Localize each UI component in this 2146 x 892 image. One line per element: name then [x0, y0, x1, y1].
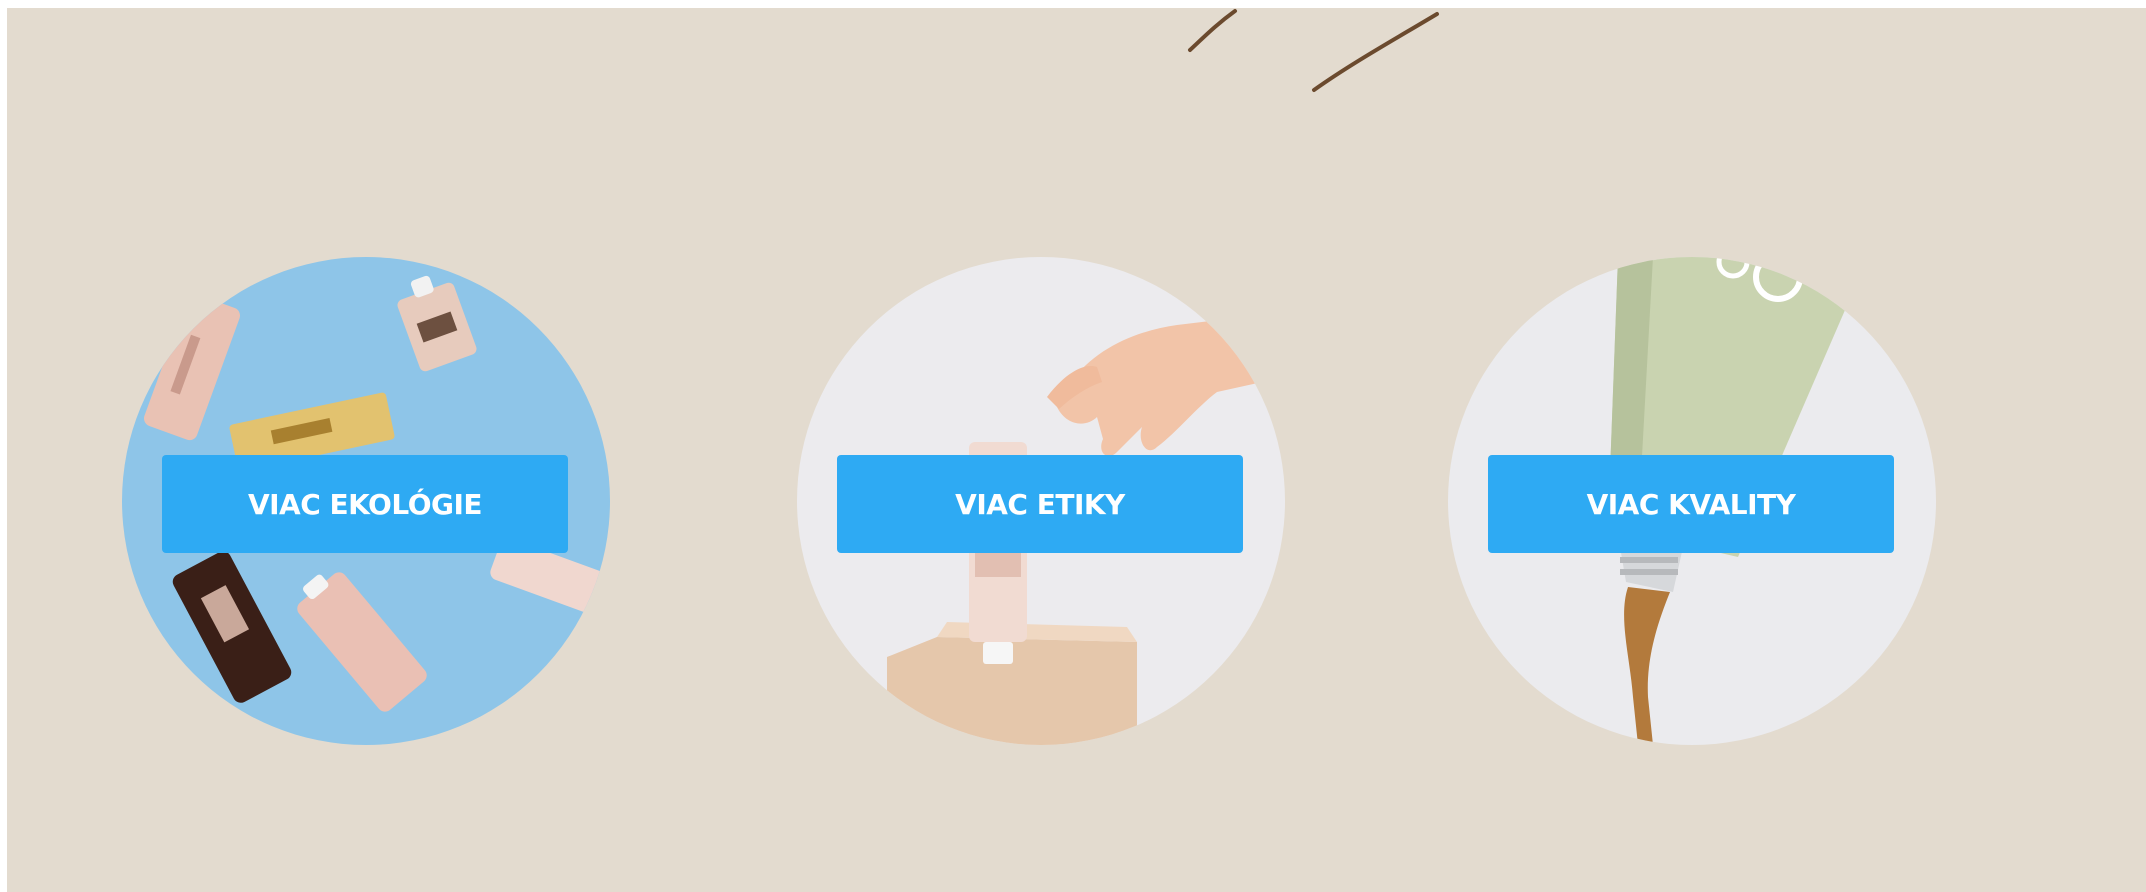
decorative-strokes — [1188, 9, 1439, 92]
feature-card-quality[interactable]: VIAC KVALITY — [1448, 257, 1936, 745]
more-ecology-button[interactable]: VIAC EKOLÓGIE — [162, 455, 568, 553]
more-quality-button[interactable]: VIAC KVALITY — [1488, 455, 1894, 553]
more-ethics-button[interactable]: VIAC ETIKY — [837, 455, 1243, 553]
feature-card-ecology[interactable]: VIAC EKOLÓGIE — [122, 257, 610, 745]
page-section: VIAC EKOLÓGIE VIAC ETIKY VIAC KVALITY — [7, 8, 2146, 892]
feature-card-ethics[interactable]: VIAC ETIKY — [797, 257, 1285, 745]
